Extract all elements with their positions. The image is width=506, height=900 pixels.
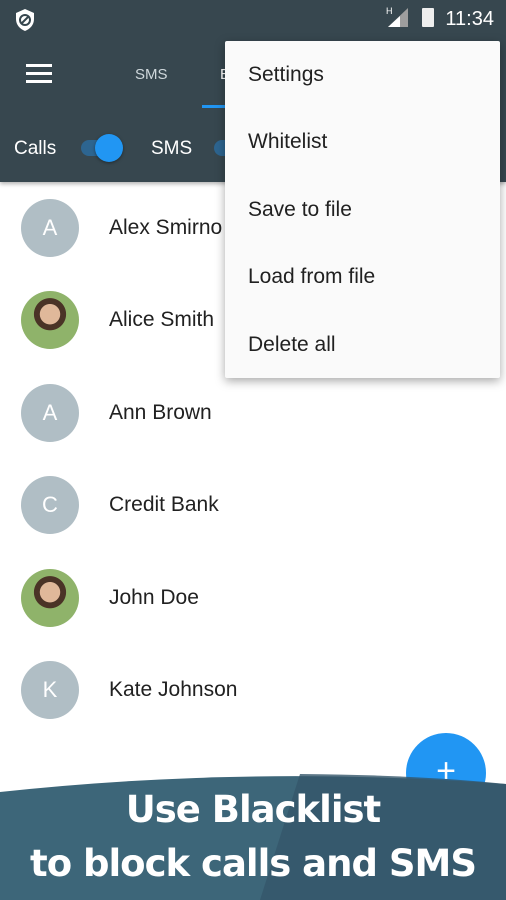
shield-block-icon <box>16 9 34 31</box>
sms-label: SMS <box>151 138 193 159</box>
menu-item-load-from-file[interactable]: Load from file <box>225 243 500 310</box>
contact-row[interactable]: John Doe <box>0 552 506 644</box>
avatar: C <box>21 476 79 535</box>
battery-icon <box>422 8 434 27</box>
overflow-menu: Settings Whitelist Save to file Load fro… <box>225 41 500 378</box>
avatar-photo <box>21 568 79 627</box>
contact-row[interactable]: A Ann Brown <box>0 367 506 459</box>
contact-name: Alice Smith <box>109 308 215 332</box>
calls-toggle[interactable] <box>81 134 123 162</box>
contact-name: Credit Bank <box>109 493 219 517</box>
contact-name: John Doe <box>109 585 199 609</box>
menu-item-settings[interactable]: Settings <box>225 41 500 108</box>
calls-label: Calls <box>14 138 57 159</box>
menu-item-save-to-file[interactable]: Save to file <box>225 176 500 243</box>
contact-name: Ann Brown <box>109 400 212 424</box>
contact-row[interactable]: C Credit Bank <box>0 459 506 551</box>
banner-line-1: Use Blacklist <box>125 788 382 831</box>
contact-row[interactable]: K Kate Johnson <box>0 644 506 736</box>
banner-line-2: to block calls and SMS <box>30 842 477 885</box>
avatar-photo <box>21 291 79 350</box>
signal-icon <box>388 8 408 27</box>
avatar: A <box>21 199 79 257</box>
tab-sms[interactable]: SMS <box>135 66 168 83</box>
contact-name: Kate Johnson <box>109 678 238 701</box>
avatar: A <box>21 383 79 442</box>
clock: 11:34 <box>445 8 494 30</box>
status-bar: H 11:34 <box>0 0 506 40</box>
menu-item-whitelist[interactable]: Whitelist <box>225 108 500 175</box>
menu-item-delete-all[interactable]: Delete all <box>225 311 500 378</box>
avatar: K <box>21 661 79 719</box>
contact-name: Alex Smirno <box>109 216 223 239</box>
menu-icon[interactable] <box>26 64 52 84</box>
